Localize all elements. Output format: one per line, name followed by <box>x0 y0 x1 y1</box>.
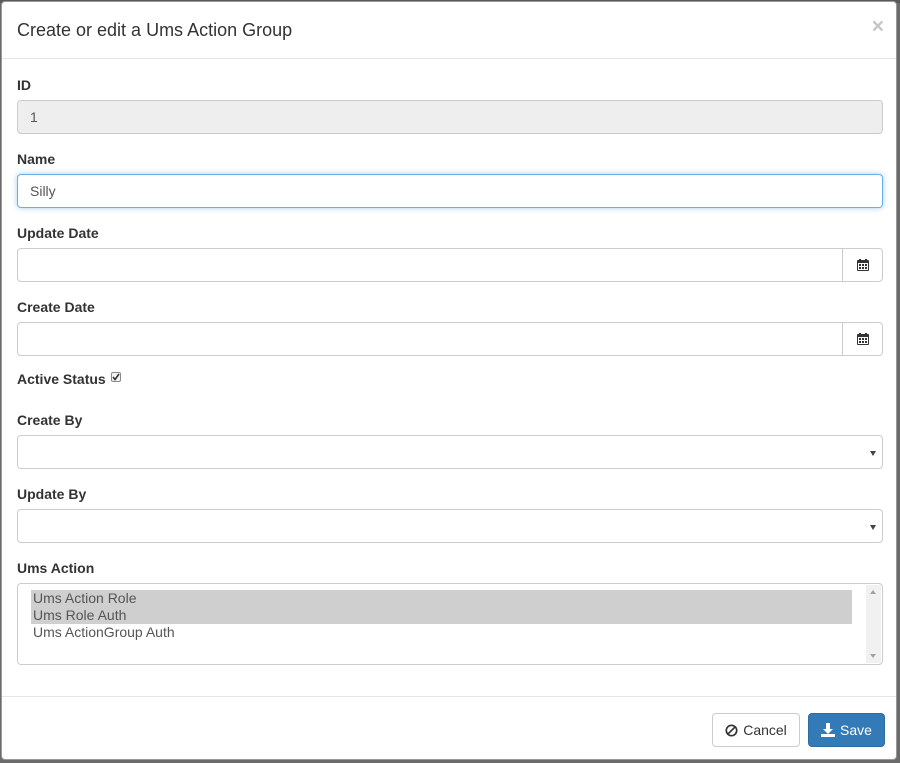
update-date-input-group <box>17 248 883 282</box>
id-label: ID <box>17 77 31 93</box>
caret-down-icon <box>870 451 876 456</box>
update-date-field[interactable] <box>17 248 843 282</box>
create-date-group: Create Date <box>17 297 883 356</box>
create-date-input-group <box>17 322 883 356</box>
scroll-down-icon[interactable] <box>870 654 876 658</box>
dialog-body: ID Name Update Date <box>2 59 896 665</box>
ums-action-group: Ums Action Ums Action Role Ums Role Auth… <box>17 558 883 665</box>
ums-action-option[interactable]: Ums ActionGroup Auth <box>31 624 852 641</box>
caret-down-icon <box>870 525 876 530</box>
ums-action-scrollbar[interactable] <box>866 585 881 663</box>
create-date-calendar-button[interactable] <box>843 322 883 356</box>
scroll-up-icon[interactable] <box>870 590 876 594</box>
create-by-select[interactable] <box>17 435 883 469</box>
update-date-group: Update Date <box>17 223 883 282</box>
create-by-group: Create By <box>17 410 883 469</box>
checkbox-checked-icon <box>112 373 120 381</box>
active-status-checkbox[interactable] <box>110 372 121 382</box>
save-label: Save <box>840 722 872 738</box>
save-button[interactable]: Save <box>808 713 885 747</box>
create-date-field[interactable] <box>17 322 843 356</box>
ums-action-option[interactable]: Ums Action Role <box>31 590 852 607</box>
calendar-icon <box>856 333 869 345</box>
ums-action-multiselect[interactable]: Ums Action Role Ums Role Auth Ums Action… <box>17 583 883 665</box>
update-date-calendar-button[interactable] <box>843 248 883 282</box>
ban-icon <box>725 723 738 737</box>
update-by-select[interactable] <box>17 509 883 543</box>
dialog-header: Create or edit a Ums Action Group × <box>2 2 896 59</box>
create-by-label: Create By <box>17 412 83 428</box>
update-by-group: Update By <box>17 484 883 543</box>
cancel-label: Cancel <box>743 722 787 738</box>
id-field <box>17 100 883 134</box>
create-date-label: Create Date <box>17 299 95 315</box>
dialog-title: Create or edit a Ums Action Group <box>17 20 293 40</box>
name-field[interactable] <box>17 174 883 208</box>
update-by-label: Update By <box>17 486 87 502</box>
cancel-button[interactable]: Cancel <box>712 713 800 747</box>
name-label: Name <box>17 151 56 167</box>
update-date-label: Update Date <box>17 225 99 241</box>
active-status-label: Active Status <box>17 371 106 387</box>
ums-action-option[interactable]: Ums Role Auth <box>31 607 852 624</box>
close-icon[interactable]: × <box>872 15 884 39</box>
calendar-icon <box>856 259 869 271</box>
active-status-row: Active Status <box>17 369 883 389</box>
name-group: Name <box>17 149 883 208</box>
ums-action-label: Ums Action <box>17 560 95 576</box>
download-icon <box>821 723 836 737</box>
dialog-footer: Cancel Save <box>2 696 896 759</box>
id-group: ID <box>17 75 883 134</box>
edit-dialog: Create or edit a Ums Action Group × ID N… <box>1 1 897 760</box>
